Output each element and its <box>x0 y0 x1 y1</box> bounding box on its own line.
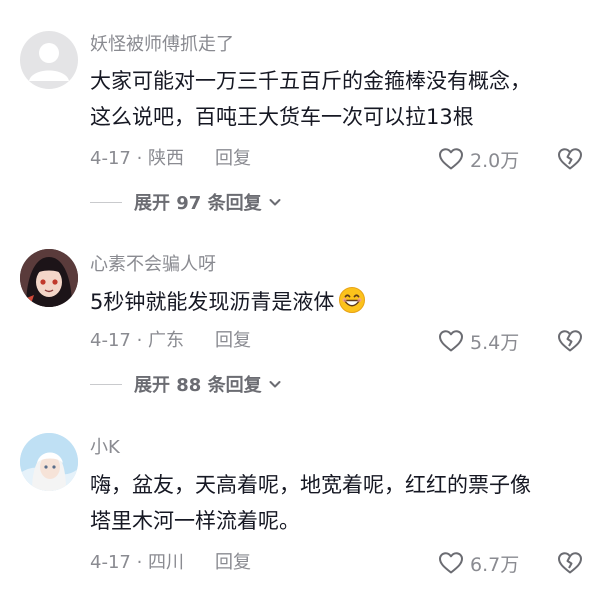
like-button[interactable]: 2.0万 <box>438 146 519 172</box>
comment-text: 大家可能对一万三千五百斤的金箍棒没有概念， 这么说吧，百吨王大货车一次可以拉13… <box>90 63 585 135</box>
reply-button[interactable]: 回复 <box>215 148 251 170</box>
anime-avatar-icon <box>20 249 78 307</box>
comment-meta: 4-17 · 四川 回复 <box>90 552 251 574</box>
default-avatar-icon <box>29 43 69 81</box>
comment-text-line: 这么说吧，百吨王大货车一次可以拉13根 <box>90 105 474 129</box>
broken-heart-icon[interactable] <box>556 326 584 354</box>
comment-text-content: 5秒钟就能发现沥青是液体 <box>90 290 335 314</box>
like-count: 5.4万 <box>470 331 520 354</box>
comment-meta: 4-17 · 陕西 回复 <box>90 148 251 170</box>
avatar[interactable] <box>20 249 78 307</box>
comment-date-location: 4-17 · 陕西 <box>90 148 185 169</box>
expand-replies-button[interactable]: 展开 97 条回复 <box>90 189 282 215</box>
like-button[interactable]: 6.7万 <box>438 550 519 576</box>
divider <box>90 201 122 203</box>
comment-meta: 4-17 · 广东 回复 <box>90 330 251 352</box>
grinning-face-emoji <box>339 287 366 313</box>
heart-outline-icon <box>439 552 463 574</box>
chevron-down-icon <box>269 199 281 206</box>
chevron-down-icon <box>269 381 281 388</box>
expand-replies-label: 展开 97 条回复 <box>134 193 262 214</box>
expand-replies-label: 展开 88 条回复 <box>134 375 262 396</box>
heart-outline-icon <box>439 148 463 170</box>
comment-text: 5秒钟就能发现沥青是液体 <box>90 284 585 320</box>
anime-avatar-icon <box>20 433 78 491</box>
comment-text-line: 嗨，盆友，天高着呢，地宽着呢，红红的票子像 <box>90 473 531 497</box>
comment-text-line: 塔里木河一样流着呢。 <box>90 509 300 533</box>
comment-username[interactable]: 小K <box>90 437 120 459</box>
comment-username[interactable]: 妖怪被师傅抓走了 <box>90 34 234 56</box>
comment-text-line: 5秒钟就能发现沥青是液体 <box>90 284 585 320</box>
avatar[interactable] <box>20 31 78 89</box>
broken-heart-icon[interactable] <box>556 144 584 172</box>
like-button[interactable]: 5.4万 <box>438 328 519 354</box>
like-count: 6.7万 <box>470 553 520 576</box>
comment-text: 嗨，盆友，天高着呢，地宽着呢，红红的票子像 塔里木河一样流着呢。 <box>90 467 585 539</box>
comment-date-location: 4-17 · 广东 <box>90 330 185 351</box>
comment-text-line: 大家可能对一万三千五百斤的金箍棒没有概念， <box>90 69 531 93</box>
avatar[interactable] <box>20 433 78 491</box>
expand-replies-button[interactable]: 展开 88 条回复 <box>90 371 282 397</box>
like-count: 2.0万 <box>470 149 520 172</box>
broken-heart-icon[interactable] <box>556 548 584 576</box>
comment-date-location: 4-17 · 四川 <box>90 552 185 573</box>
comment-username[interactable]: 心素不会骗人呀 <box>90 254 216 276</box>
reply-button[interactable]: 回复 <box>215 552 251 574</box>
divider <box>90 383 122 385</box>
heart-outline-icon <box>439 330 463 352</box>
reply-button[interactable]: 回复 <box>215 330 251 352</box>
